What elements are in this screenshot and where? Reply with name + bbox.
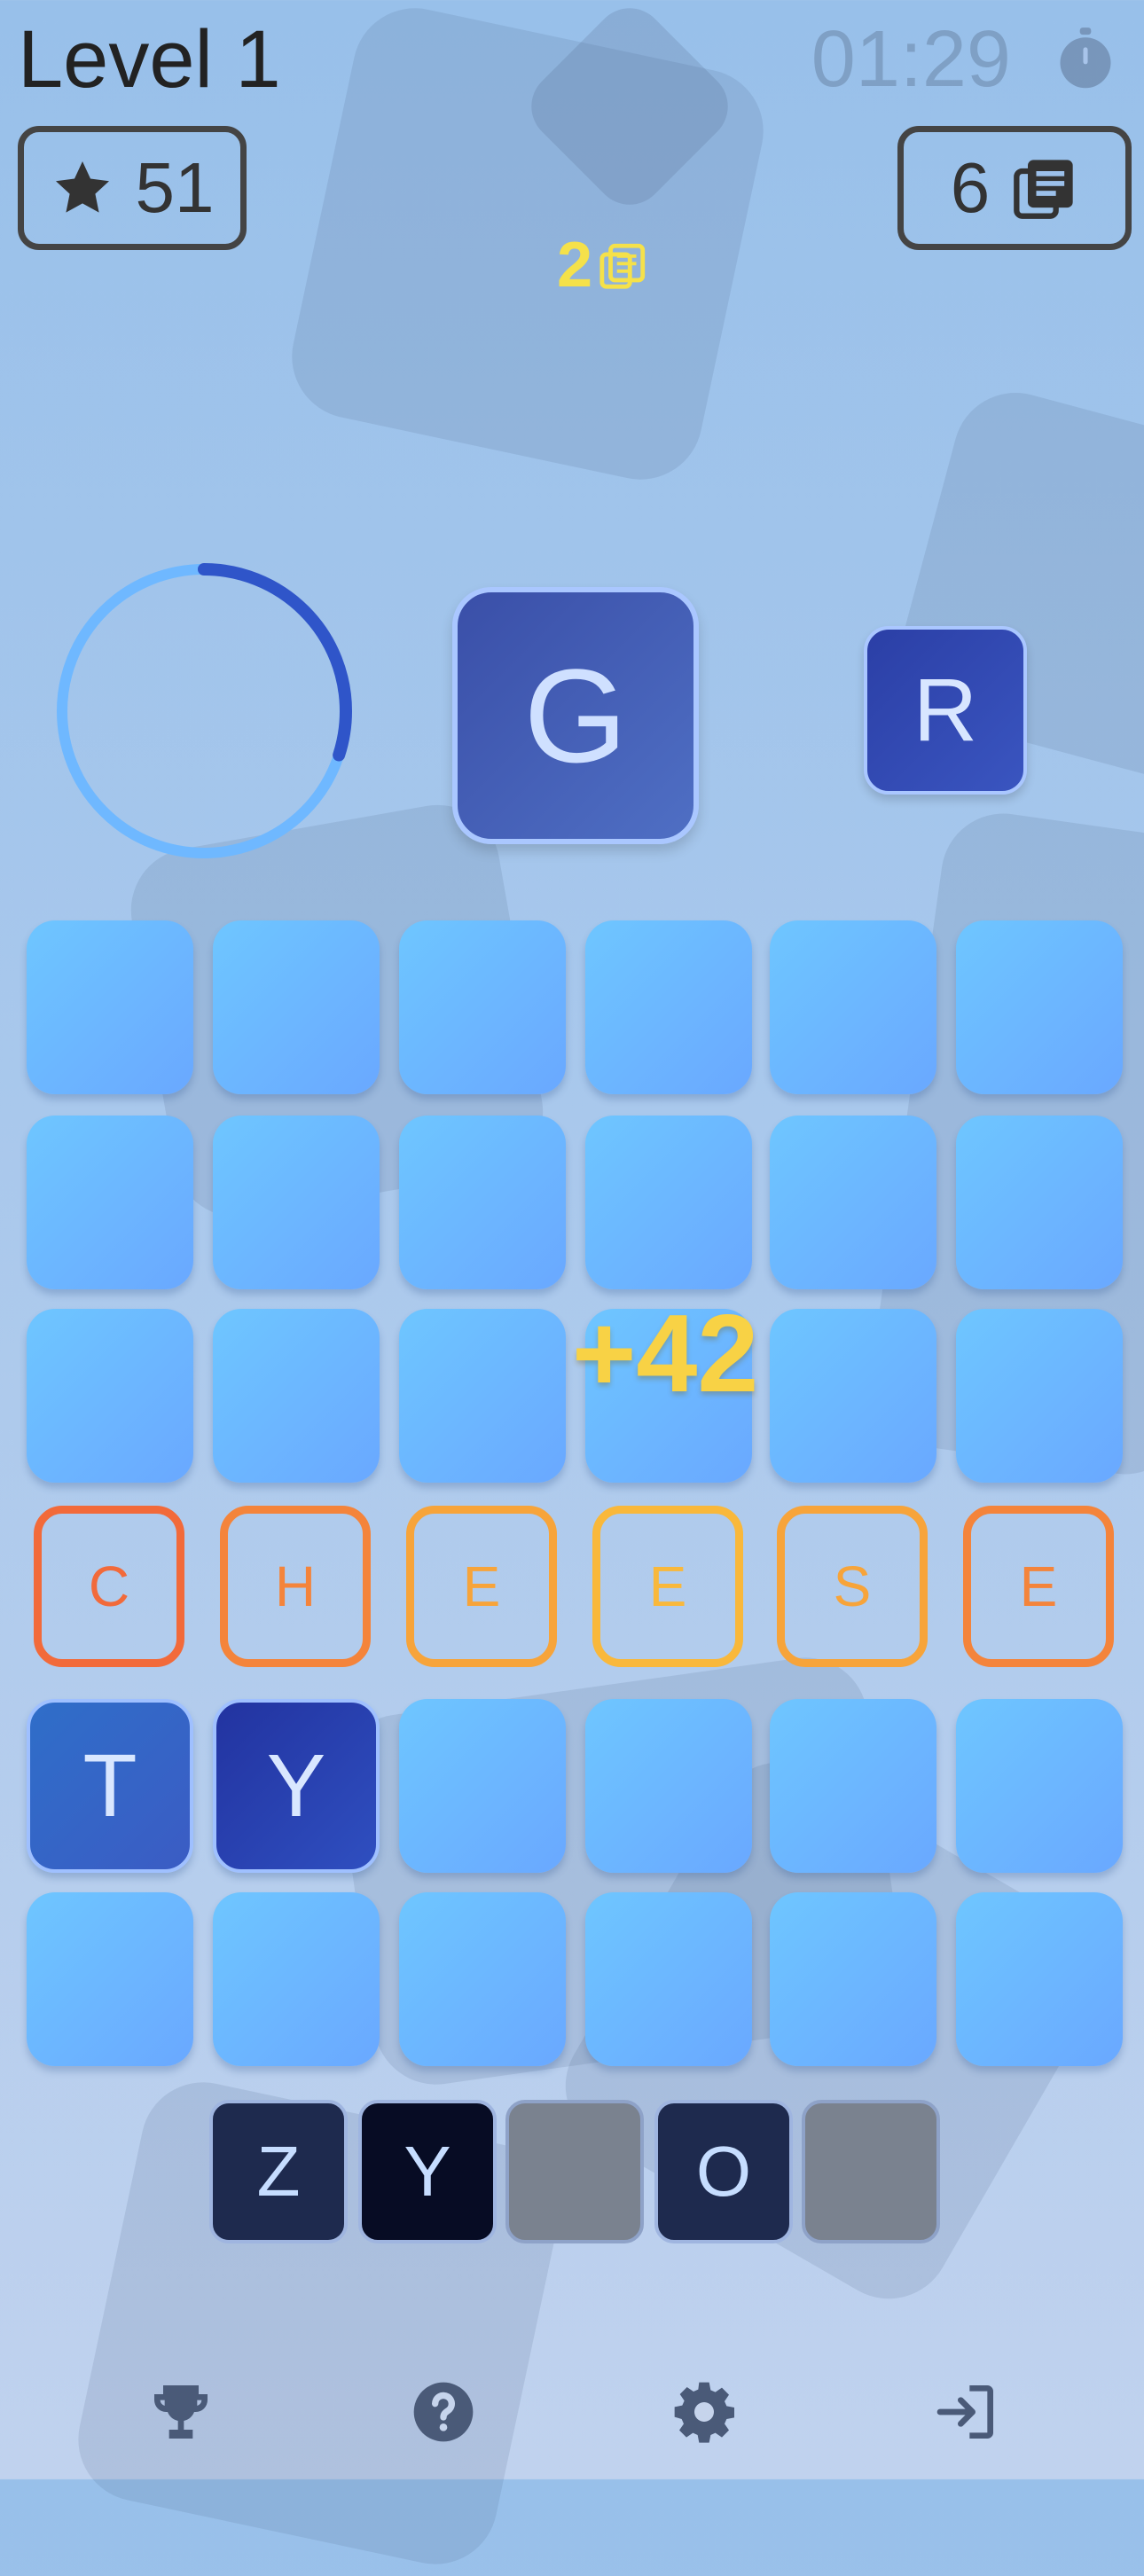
empty-grid-cell[interactable] [213, 1309, 380, 1483]
empty-grid-cell[interactable] [399, 1116, 566, 1289]
word-letter-cell[interactable]: C [34, 1506, 184, 1667]
placed-letter-cell[interactable]: T [27, 1699, 193, 1873]
star-icon [55, 161, 109, 213]
current-letter-tile[interactable]: G [452, 587, 699, 844]
empty-grid-cell[interactable] [585, 1892, 752, 2066]
empty-grid-cell[interactable] [956, 1309, 1123, 1483]
trophy-icon[interactable] [145, 2376, 216, 2447]
next-letter-tile: R [864, 626, 1027, 795]
stars-counter: 51 [18, 126, 247, 250]
pick-letter-empty [802, 2100, 940, 2243]
help-icon[interactable] [408, 2376, 479, 2447]
exit-icon[interactable] [931, 2376, 1002, 2447]
timer-display: 01:29 [811, 15, 1011, 104]
empty-grid-cell[interactable] [585, 1116, 752, 1289]
empty-grid-cell[interactable] [770, 1699, 936, 1873]
empty-grid-cell[interactable] [27, 920, 193, 1094]
empty-grid-cell[interactable] [770, 1116, 936, 1289]
empty-grid-cell[interactable] [399, 1892, 566, 2066]
decks-count: 6 [950, 148, 991, 227]
stopwatch-icon [1060, 27, 1111, 89]
word-letter-cell[interactable]: E [406, 1506, 557, 1667]
empty-grid-cell[interactable] [770, 1892, 936, 2066]
empty-grid-cell[interactable] [399, 1309, 566, 1483]
progress-ring [56, 563, 352, 859]
deck-icon [599, 243, 646, 289]
empty-grid-cell[interactable] [213, 1892, 380, 2066]
level-title: Level 1 [18, 14, 281, 105]
word-letter-cell[interactable]: S [777, 1506, 928, 1667]
word-letter-cell[interactable]: H [220, 1506, 371, 1667]
deck-icon [1014, 160, 1073, 219]
score-popup: +42 [572, 1293, 759, 1415]
stars-count: 51 [135, 148, 215, 227]
word-letter-cell[interactable]: E [963, 1506, 1114, 1667]
pick-letter-tile[interactable]: O [654, 2100, 793, 2243]
empty-grid-cell[interactable] [585, 1699, 752, 1873]
bonus-decks-count: 2 [557, 230, 593, 301]
empty-grid-cell[interactable] [770, 920, 936, 1094]
empty-grid-cell[interactable] [585, 920, 752, 1094]
pick-letter-tile[interactable]: Z [209, 2100, 348, 2243]
empty-grid-cell[interactable] [956, 1699, 1123, 1873]
decks-counter: 6 [897, 126, 1132, 250]
pick-letter-tile[interactable]: Y [358, 2100, 497, 2243]
bonus-decks: 2 [557, 229, 649, 301]
empty-grid-cell[interactable] [27, 1116, 193, 1289]
empty-grid-cell[interactable] [399, 1699, 566, 1873]
empty-grid-cell[interactable] [213, 920, 380, 1094]
pick-letter-empty [505, 2100, 644, 2243]
empty-grid-cell[interactable] [956, 1116, 1123, 1289]
empty-grid-cell[interactable] [956, 1892, 1123, 2066]
empty-grid-cell[interactable] [213, 1116, 380, 1289]
settings-icon[interactable] [669, 2376, 740, 2447]
empty-grid-cell[interactable] [27, 1309, 193, 1483]
word-letter-cell[interactable]: E [592, 1506, 743, 1667]
empty-grid-cell[interactable] [27, 1892, 193, 2066]
placed-letter-cell[interactable]: Y [213, 1699, 380, 1873]
empty-grid-cell[interactable] [956, 920, 1123, 1094]
empty-grid-cell[interactable] [770, 1309, 936, 1483]
empty-grid-cell[interactable] [399, 920, 566, 1094]
